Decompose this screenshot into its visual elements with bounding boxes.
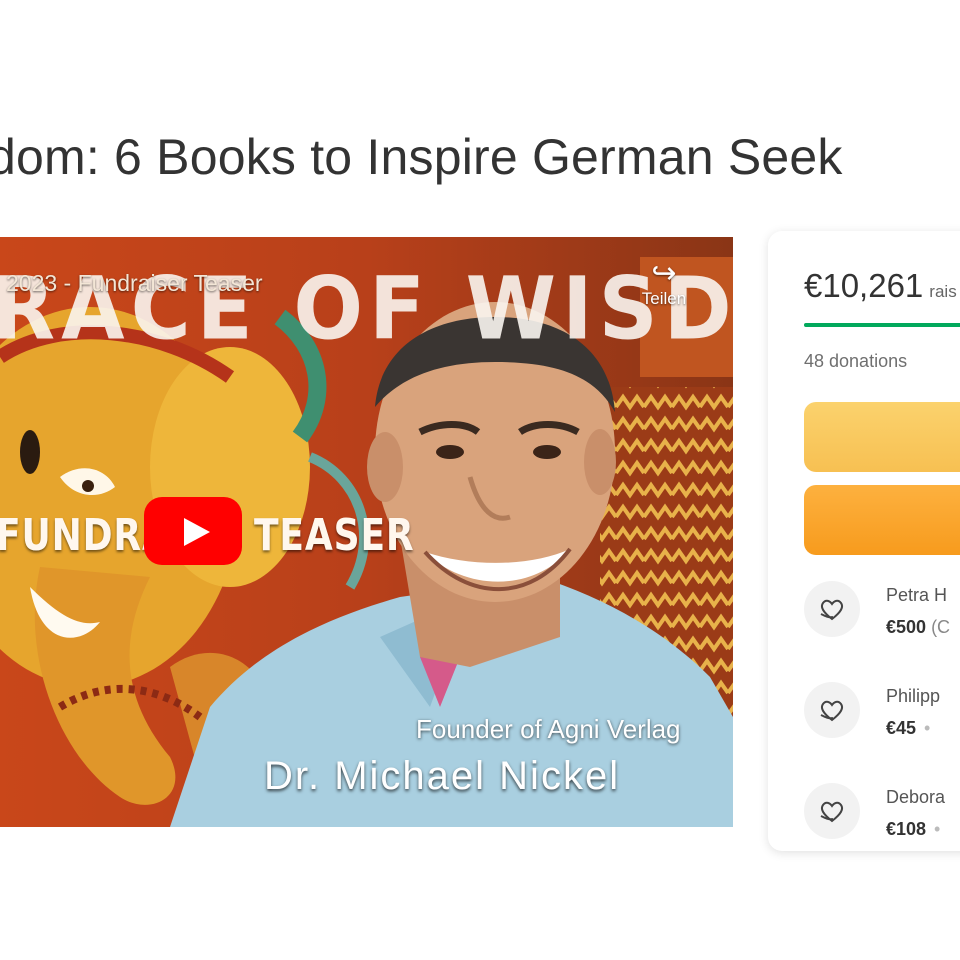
play-icon xyxy=(184,518,210,546)
donor-name: Petra H xyxy=(886,585,948,605)
donor-extra: (C xyxy=(931,617,951,637)
overlay-word-right: TEASER xyxy=(254,510,415,561)
share-video[interactable]: ↪ Teilen xyxy=(634,259,694,309)
donor-item: Philipp €45 • xyxy=(804,682,960,742)
donor-item: Debora €108 • xyxy=(804,783,960,843)
video-player[interactable]: RACE OF WISDOM 2023 - Fundraiser Teaser … xyxy=(0,237,733,827)
progress-bar xyxy=(804,323,960,327)
caption-subtitle: Founder of Agni Verlag xyxy=(416,714,681,744)
donor-item: Petra H €500 (C xyxy=(804,581,960,641)
donor-name: Debora xyxy=(886,787,946,807)
donation-heart-icon xyxy=(804,783,860,839)
raised-amount: €10,261 xyxy=(804,267,924,304)
donor-extra: • xyxy=(934,819,941,839)
page-title: dom: 6 Books to Inspire German Seek xyxy=(0,129,843,185)
play-button[interactable] xyxy=(144,497,242,565)
donate-button[interactable] xyxy=(804,485,960,555)
share-label: Teilen xyxy=(641,289,687,308)
share-button[interactable] xyxy=(804,402,960,472)
share-arrow-icon: ↪ xyxy=(651,257,677,290)
donation-card: €10,261 rais 48 donations Petra H €500 (C… xyxy=(768,231,960,851)
donation-heart-icon xyxy=(804,581,860,637)
caption-name: Dr. Michael Nickel xyxy=(264,754,621,798)
progress-fill xyxy=(804,323,960,327)
donor-amount: €500 xyxy=(886,617,927,637)
video-title[interactable]: 2023 - Fundraiser Teaser xyxy=(6,270,263,297)
donor-amount: €108 xyxy=(886,819,927,839)
donation-count: 48 donations xyxy=(804,351,908,371)
donor-extra: • xyxy=(924,718,931,738)
donor-name: Philipp xyxy=(886,686,941,706)
amount-raised: €10,261 rais xyxy=(804,267,957,305)
raised-suffix: rais xyxy=(929,282,957,301)
donation-heart-icon xyxy=(804,682,860,738)
donor-amount: €45 xyxy=(886,718,917,738)
